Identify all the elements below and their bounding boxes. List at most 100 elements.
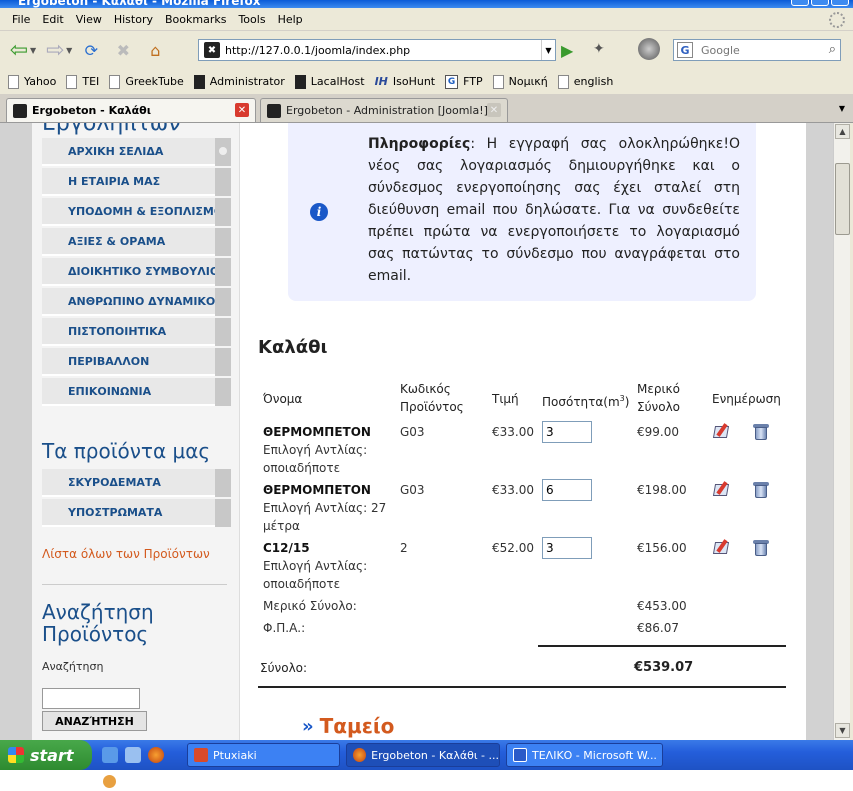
sidebar-item-home[interactable]: ΑΡΧΙΚΗ ΣΕΛΙΔΑ [42,138,231,166]
info-message-box: i Πληροφορίες: Η εγγραφή σας ολοκληρώθηκ… [288,123,756,301]
info-icon: i [310,203,328,221]
checkout-link[interactable]: » Ταμείο [302,714,394,738]
menu-help[interactable]: Help [272,13,309,26]
sidebar-item-environment[interactable]: ΠΕΡΙΒΑΛΛΟΝ [42,348,231,376]
menu-view[interactable]: View [70,13,108,26]
search-bar[interactable]: G ⌕ [673,39,841,61]
firefox-icon[interactable] [148,747,164,763]
menu-tools[interactable]: Tools [232,13,271,26]
minimize-button[interactable] [791,0,809,6]
delete-trash-icon[interactable] [752,481,770,499]
close-tab-icon[interactable]: ✕ [235,103,249,117]
update-edit-icon[interactable] [712,481,732,499]
scroll-thumb[interactable] [835,163,850,235]
scroll-down-arrow-icon[interactable]: ▼ [835,723,850,738]
bookmark-nomiki[interactable]: Νομική [492,74,548,89]
scroll-up-arrow-icon[interactable]: ▲ [835,124,850,139]
bookmark-english[interactable]: english [557,74,613,89]
row3-option-line1: Επιλογή Αντλίας: [263,559,368,573]
sidebar-item-company[interactable]: Η ΕΤΑΙΡΙΑ ΜΑΣ [42,168,231,196]
search-heading-line2: Προϊόντος [42,622,149,646]
grand-total-label: Σύνολο: [260,661,308,675]
menu-history[interactable]: History [108,13,159,26]
tab-cart[interactable]: Ergobeton - Καλάθι ✕ [6,98,256,122]
back-history-dropdown-icon[interactable]: ▼ [30,46,36,55]
row2-option-line2: μέτρα [263,519,300,533]
cart-title: Καλάθι [258,337,328,358]
maximize-button[interactable] [811,0,829,6]
header-name: Όνομα [263,392,303,406]
url-text[interactable]: http://127.0.0.1/joomla/index.php [225,44,541,57]
header-quantity-text: Ποσότητα(m [542,395,620,409]
bookmark-yahoo[interactable]: Yahoo [8,74,56,89]
bookmark-tei[interactable]: TEI [66,74,99,89]
url-bar[interactable]: ✖ http://127.0.0.1/joomla/index.php ▼ [198,39,556,61]
tray-app-icon[interactable] [103,775,116,788]
show-desktop-icon[interactable] [102,747,118,763]
bookmark-administrator[interactable]: Administrator [193,74,285,89]
sidebar-item-board[interactable]: ΔΙΟΙΚΗΤΙΚΟ ΣΥΜΒΟΥΛΙΟ [42,258,231,286]
partial-total-value: €453.00 [637,599,687,613]
page-icon [66,74,78,89]
search-button[interactable]: ΑΝΑΖΉΤΗΣΗ [42,711,147,731]
url-history-dropdown-icon[interactable]: ▼ [541,40,555,60]
reload-icon[interactable]: ⟳ [78,37,104,63]
bookmark-greektube[interactable]: GreekTube [109,74,184,89]
vertical-scrollbar[interactable]: ▲ ▼ [833,123,850,740]
task-ptuxiaki[interactable]: Ptuxiaki [187,743,340,767]
row3-quantity-input[interactable]: 3 [542,537,592,559]
start-button[interactable]: start [0,740,92,770]
delete-trash-icon[interactable] [752,539,770,557]
joomla-icon [193,74,205,89]
sidebar-item-contact[interactable]: ΕΠΙΚΟΙΝΩΝΙΑ [42,378,231,406]
back-arrow-icon[interactable]: ⇦ [6,37,32,63]
header-subtotal-line2: Σύνολο [637,400,681,414]
row2-quantity-input[interactable]: 6 [542,479,592,501]
product-search-input[interactable] [42,688,140,709]
forward-history-dropdown-icon[interactable]: ▼ [66,46,72,55]
row3-subtotal: €156.00 [637,541,687,555]
sidebar-item-concrete[interactable]: ΣΚΥΡΟΔΕΜΑΤΑ [42,469,231,497]
magnifier-search-icon[interactable]: ⌕ [829,42,836,57]
close-window-button[interactable] [831,0,849,6]
go-arrow-icon[interactable]: ▶ [561,41,573,60]
update-edit-icon[interactable] [712,423,732,441]
page-icon [8,74,19,89]
bookmarks-toolbar: Yahoo TEI GreekTube Administrator LacalH… [0,69,853,95]
task-firefox-cart[interactable]: Ergobeton - Καλάθι - ... [346,743,500,767]
web-search-input[interactable] [701,43,811,57]
update-edit-icon[interactable] [712,539,732,557]
header-code-line1: Κωδικός [400,382,451,396]
site-favicon-icon: ✖ [204,42,220,58]
row1-option-line2: οποιαδήποτε [263,461,341,475]
close-tab-icon[interactable]: ✕ [487,103,501,117]
menu-edit[interactable]: Edit [36,13,69,26]
all-products-link[interactable]: Λίστα όλων των Προϊόντων [42,547,210,561]
sidebar-item-infrastructure[interactable]: ΥΠΟΔΟΜΗ & ΕΞΟΠΛΙΣΜΟΣ [42,198,231,226]
stop-icon[interactable]: ✖ [110,37,136,63]
menu-bookmarks[interactable]: Bookmarks [159,13,232,26]
tab-administration[interactable]: Ergobeton - Administration [Joomla!] ✕ [260,98,508,122]
sidebar-item-values[interactable]: ΑΞΙΕΣ & ΟΡΑΜΑ [42,228,231,256]
bookmark-isohunt[interactable]: IH IsoHunt [375,75,436,89]
task-word-teliko[interactable]: ΤΕΛΙΚΟ - Microsoft W... [506,743,663,767]
info-message-text: : Η εγγραφή σας ολοκληρώθηκε!Ο νέος σας … [368,136,740,284]
menu-file[interactable]: File [6,13,36,26]
forward-arrow-icon[interactable]: ⇨ [42,37,68,63]
bookmark-lacalhost[interactable]: LacalHost [294,74,365,89]
bookmark-ftp[interactable]: G FTP [445,74,483,89]
addon-globe-icon[interactable] [638,38,660,60]
home-icon[interactable]: ⌂ [142,37,168,63]
messenger-icon[interactable] [125,747,141,763]
window-titlebar: Ergobeton - Καλάθι - Mozilla Firefox [0,0,853,8]
addon-toolbar-icon[interactable]: ✦ [593,41,605,57]
window-title: Ergobeton - Καλάθι - Mozilla Firefox [18,0,261,8]
sidebar-item-substrates[interactable]: ΥΠΟΣΤΡΩΜΑΤΑ [42,499,231,527]
delete-trash-icon[interactable] [752,423,770,441]
sidebar-item-staff[interactable]: ΑΝΘΡΩΠΙΝΟ ΔΥΝΑΜΙΚΟ [42,288,231,316]
google-engine-icon[interactable]: G [677,42,693,58]
row1-quantity-input[interactable]: 3 [542,421,592,443]
tab-list-dropdown-icon[interactable]: ▼ [835,100,849,116]
sidebar-item-certificates[interactable]: ΠΙΣΤΟΠΟΙΗΤΙΚΑ [42,318,231,346]
windows-flag-icon [8,747,24,763]
